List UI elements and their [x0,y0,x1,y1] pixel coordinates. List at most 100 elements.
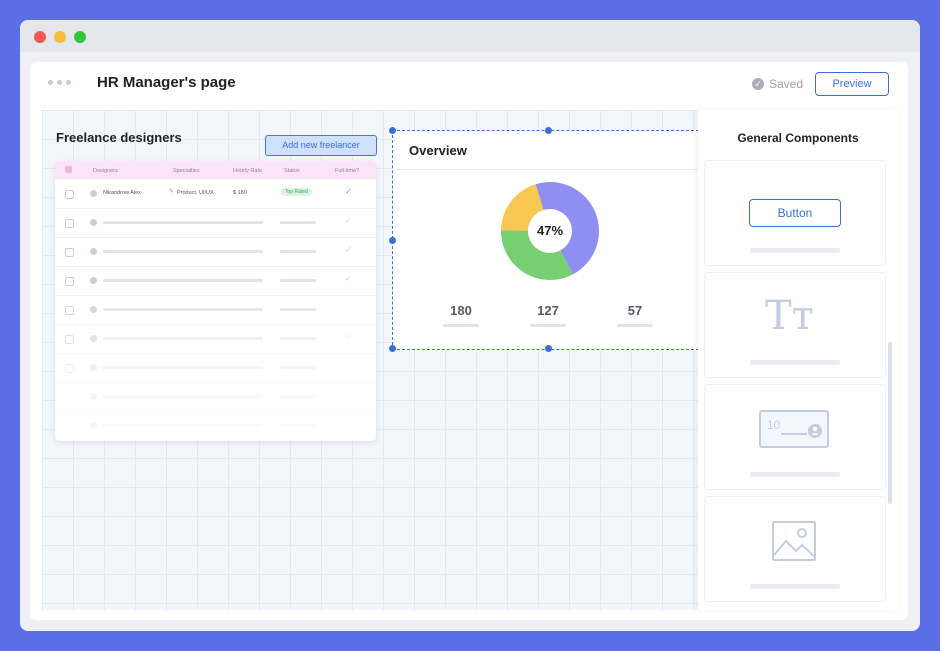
avatar [90,364,97,371]
placeholder-bar [280,337,316,340]
full-time-check-icon: ✓ [345,187,352,196]
select-all-checkbox[interactable] [65,166,72,173]
placeholder-bar [103,337,263,340]
row-checkbox[interactable] [65,306,74,315]
table-row[interactable]: ✓ [55,238,376,267]
input-sample-value: 10 [767,418,781,432]
placeholder-bar [103,250,263,253]
placeholder-bar [280,395,316,398]
avatar [90,277,97,284]
placeholder-bar [280,366,316,369]
row-checkbox[interactable] [65,364,74,373]
placeholder-bar [103,366,263,369]
placeholder-bar [280,279,316,282]
overview-widget[interactable]: Overview 47% 180 127 57 [389,127,706,352]
freelancer-table: Designers Specialties Hourly Rate Status… [55,161,376,441]
components-sidebar: General Components Button Tт 10 [698,110,898,610]
close-window-button[interactable] [34,31,46,43]
table-row[interactable]: ✓ [55,209,376,238]
text-component[interactable]: Tт [704,272,886,378]
avatar [90,393,97,400]
placeholder-bar [103,279,263,282]
page-header: HR Manager's page ✓ Saved Preview [30,62,908,110]
resize-handle-bottom-left[interactable] [389,345,396,352]
column-specialties[interactable]: Specialties [173,168,200,174]
sidebar-scrollbar[interactable] [888,342,892,504]
placeholder-bar [103,424,263,427]
column-designers[interactable]: Designers [93,168,118,174]
avatar [90,306,97,313]
table-row[interactable]: ✓ [55,325,376,354]
saved-status: ✓ Saved [752,77,803,91]
check-icon: ✓ [345,245,352,254]
placeholder-bar [280,221,316,224]
add-freelancer-button[interactable]: Add new freelancer [265,135,377,156]
page-title: HR Manager's page [97,74,236,91]
table-row[interactable] [55,412,376,440]
check-icon: ✓ [345,216,352,225]
designer-name: Nikandrow Alex [103,190,141,196]
title-bar [20,20,920,52]
maximize-window-button[interactable] [74,31,86,43]
row-checkbox[interactable] [65,219,74,228]
input-component[interactable]: 10 [704,384,886,490]
hourly-rate: $ 180 [233,190,247,196]
image-icon [772,521,816,561]
column-hourly-rate[interactable]: Hourly Rate [233,168,262,174]
resize-handle-top[interactable] [545,127,552,134]
table-header: Designers Specialties Hourly Rate Status… [55,161,376,179]
table-row[interactable] [55,296,376,325]
status-badge: Top Rated [281,188,312,196]
table-row[interactable] [55,354,376,383]
row-checkbox[interactable] [65,248,74,257]
specialty: Product, UI/UX [177,190,214,196]
check-icon: ✓ [345,332,352,341]
app-content: HR Manager's page ✓ Saved Preview Freela… [30,62,908,620]
avatar [90,422,97,429]
specialty-icon: ✎ [169,189,175,195]
column-status[interactable]: Status [284,168,300,174]
column-full-time[interactable]: Full-time? [335,168,359,174]
placeholder-bar [103,308,263,311]
freelance-panel: Freelance designers Add new freelancer D… [52,120,377,460]
placeholder-bar [280,424,316,427]
minimize-window-button[interactable] [54,31,66,43]
check-circle-icon: ✓ [752,78,764,90]
stat-bar [617,324,653,327]
resize-handle-left[interactable] [389,237,396,244]
divider [395,169,701,170]
stat-value: 127 [537,303,559,318]
sample-button[interactable]: Button [749,199,841,227]
row-checkbox[interactable] [65,277,74,286]
image-component[interactable] [704,496,886,602]
component-label-bar [750,248,840,253]
donut-center-label: 47% [536,223,564,238]
table-row[interactable]: Nikandrow Alex ✎ Product, UI/UX $ 180 To… [55,180,376,209]
placeholder-bar [280,308,316,311]
component-label-bar [750,360,840,365]
saved-label: Saved [769,77,804,91]
avatar [90,219,97,226]
resize-handle-top-left[interactable] [389,127,396,134]
placeholder-bar [103,221,263,224]
components-title: General Components [737,131,859,145]
placeholder-bar [280,250,316,253]
table-row[interactable] [55,383,376,412]
overview-title: Overview [409,143,467,158]
row-checkbox[interactable] [65,335,74,344]
avatar [90,248,97,255]
app-window: HR Manager's page ✓ Saved Preview Freela… [20,20,920,631]
stat-value: 180 [450,303,472,318]
table-row[interactable]: ✓ [55,267,376,296]
resize-handle-bottom[interactable] [545,345,552,352]
freelance-title: Freelance designers [56,130,182,145]
button-component[interactable]: Button [704,160,886,266]
row-checkbox[interactable] [65,190,74,199]
stat-value: 57 [627,303,643,318]
stat-bar [530,324,566,327]
text-icon: Tт [765,293,814,339]
more-dots-icon[interactable] [48,80,71,85]
component-label-bar [750,584,840,589]
avatar [90,335,97,342]
preview-button[interactable]: Preview [815,72,889,96]
